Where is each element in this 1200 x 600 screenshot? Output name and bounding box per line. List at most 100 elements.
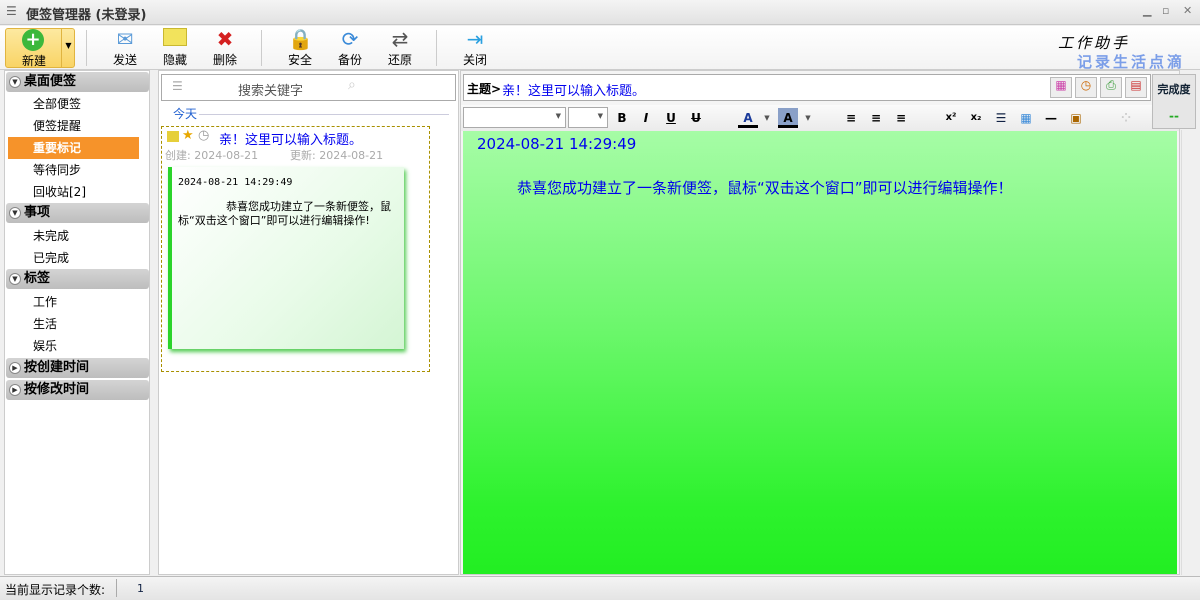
align-left-icon[interactable]: ≡	[841, 108, 861, 128]
bullet-list-icon[interactable]: ☰	[991, 108, 1011, 128]
close-button[interactable]: ⇥ 关闭	[450, 26, 500, 70]
insert-image-icon[interactable]: ▣	[1066, 108, 1086, 128]
search-input[interactable]: ☰ 搜索关键字 ⌕	[161, 74, 456, 101]
record-count: 1	[137, 582, 144, 595]
highlight-color-icon[interactable]: A	[778, 108, 798, 128]
envelope-icon: ✉	[116, 27, 134, 51]
backup-icon: ⟳	[341, 27, 359, 51]
group-desktop-notes[interactable]: ▼ 桌面便签	[6, 72, 149, 92]
maximize-button[interactable]: ▫	[1162, 4, 1169, 17]
group-by-created[interactable]: ▶ 按创建时间	[6, 358, 149, 378]
group-by-modified[interactable]: ▶ 按修改时间	[6, 380, 149, 400]
table-icon[interactable]: ▦	[1016, 108, 1036, 128]
sidebar-item-work[interactable]: 工作	[33, 291, 57, 313]
font-color-icon[interactable]: A	[738, 108, 758, 128]
send-label: 发送	[112, 53, 137, 67]
strikethrough-icon[interactable]: U	[686, 108, 706, 128]
superscript-icon[interactable]: x²	[941, 108, 961, 128]
new-button[interactable]: + 新建 ▼	[5, 28, 75, 68]
completion-box[interactable]: 完成度 --	[1152, 74, 1196, 129]
sidebar-item-life[interactable]: 生活	[33, 313, 57, 335]
restore-icon: ⇄	[391, 27, 409, 51]
sidebar-item-fun[interactable]: 娱乐	[33, 335, 57, 357]
hide-button[interactable]: 隐藏	[150, 26, 200, 70]
sidebar: ▼ 桌面便签 全部便签 便签提醒 重要标记 等待同步 回收站[2] ▼ 事项 未完成…	[4, 70, 150, 575]
title-bar: ☰ 便签管理器 (未登录) ▁ ▫ ✕	[0, 0, 1200, 25]
restore-label: 还原	[387, 53, 412, 67]
color-grid-icon[interactable]: ▦	[1050, 77, 1072, 98]
delete-button[interactable]: ✖ 删除	[200, 26, 250, 70]
alarm-clock-icon[interactable]: ◷	[1075, 77, 1097, 98]
lock-icon: 🔒	[288, 27, 313, 51]
note-updated: 更新: 2024-08-21	[290, 149, 384, 162]
sidebar-item-all-notes[interactable]: 全部便签	[33, 93, 81, 115]
subscript-icon[interactable]: x₂	[966, 108, 986, 128]
clear-format-icon[interactable]: ⁘	[1116, 108, 1136, 128]
group-label: 标签	[24, 271, 51, 286]
security-button[interactable]: 🔒 安全	[275, 26, 325, 70]
close-label: 关闭	[462, 53, 487, 67]
new-dropdown-arrow[interactable]: ▼	[61, 28, 75, 68]
restore-button[interactable]: ⇄ 还原	[375, 26, 425, 70]
star-icon[interactable]: ★	[182, 128, 194, 143]
minimize-button[interactable]: ▁	[1143, 4, 1151, 17]
group-tags[interactable]: ▼ 标签	[6, 269, 149, 289]
align-right-icon[interactable]: ≡	[891, 108, 911, 128]
hide-label: 隐藏	[162, 53, 187, 67]
backup-button[interactable]: ⟳ 备份	[325, 26, 375, 70]
subject-row: 主题> 亲！这里可以输入标题。 ▦ ◷ ⎙ ▤	[463, 74, 1151, 101]
align-center-icon[interactable]: ≡	[866, 108, 886, 128]
delete-x-icon: ✖	[216, 27, 234, 51]
completion-label: 完成度	[1157, 83, 1191, 96]
sidebar-item-recycle-bin[interactable]: 回收站[2]	[33, 181, 86, 203]
italic-icon[interactable]: I	[636, 108, 656, 128]
highlight-dropdown[interactable]: ▼	[798, 108, 818, 128]
group-tasks[interactable]: ▼ 事项	[6, 203, 149, 223]
record-count-label: 当前显示记录个数:	[5, 583, 106, 597]
toolbar: + 新建 ▼ ✉ 发送 隐藏 ✖ 删除 🔒 安全 ⟳ 备份 ⇄ 还原 ⇥ 关闭 工作助手 记…	[0, 26, 1200, 71]
note-preview[interactable]: 2024-08-21 14:29:49 恭喜您成功建立了一条新便签，鼠标“双击这…	[168, 167, 404, 349]
print-icon[interactable]: ⎙	[1100, 77, 1122, 98]
editor-time: 2024-08-21 14:29:49	[477, 135, 637, 153]
sidebar-item-incomplete[interactable]: 未完成	[33, 225, 69, 247]
plus-icon: +	[22, 29, 44, 51]
sidebar-item-pending-sync[interactable]: 等待同步	[33, 159, 81, 181]
note-preview-time: 2024-08-21 14:29:49	[178, 177, 293, 188]
search-placeholder: 搜索关键字	[238, 84, 304, 99]
close-window-button[interactable]: ✕	[1183, 4, 1192, 17]
expand-icon: ▶	[9, 362, 21, 374]
group-label: 按修改时间	[24, 382, 90, 397]
font-color-dropdown[interactable]: ▼	[757, 108, 777, 128]
folder-icon	[163, 28, 187, 50]
note-card[interactable]: ★ ◷ 亲！这里可以输入标题。 创建: 2024-08-21 更新: 2024-…	[161, 126, 430, 372]
clock-icon[interactable]: ◷	[198, 128, 209, 143]
bold-icon[interactable]: B	[612, 108, 632, 128]
sidebar-item-complete[interactable]: 已完成	[33, 247, 69, 269]
system-menu-icon[interactable]: ☰	[6, 4, 17, 18]
logo-slogan: 记录生活点滴	[1077, 53, 1186, 71]
sidebar-item-important[interactable]: 重要标记	[8, 137, 139, 159]
completion-value: --	[1169, 109, 1179, 123]
subject-label: 主题>	[467, 82, 502, 96]
font-family-select[interactable]: ▼	[463, 107, 566, 128]
search-icon[interactable]: ⌕	[348, 77, 356, 93]
window-title: 便签管理器 (未登录)	[26, 8, 147, 23]
group-label: 桌面便签	[24, 74, 77, 89]
calendar-icon[interactable]: ▤	[1125, 77, 1147, 98]
divider	[199, 114, 449, 115]
note-created: 创建: 2024-08-21	[165, 149, 259, 162]
group-label: 按创建时间	[24, 360, 90, 375]
scrollbar[interactable]	[1181, 130, 1197, 575]
send-button[interactable]: ✉ 发送	[100, 26, 150, 70]
font-size-select[interactable]: ▼	[568, 107, 608, 128]
collapse-icon: ▼	[9, 273, 21, 285]
note-editor[interactable]: 2024-08-21 14:29:49 恭喜您成功建立了一条新便签，鼠标“双击这…	[463, 131, 1177, 574]
folder-icon	[167, 131, 179, 142]
sidebar-item-reminders[interactable]: 便签提醒	[33, 115, 81, 137]
backup-label: 备份	[337, 53, 362, 67]
subject-input[interactable]: 亲！这里可以输入标题。	[502, 80, 645, 99]
logo-text: 工作助手	[1058, 34, 1131, 52]
horizontal-rule-icon[interactable]: —	[1041, 108, 1061, 128]
editor-panel: 主题> 亲！这里可以输入标题。 ▦ ◷ ⎙ ▤ ▼ ▼ B I U U A ▼ …	[460, 70, 1180, 575]
underline-icon[interactable]: U	[661, 108, 681, 128]
